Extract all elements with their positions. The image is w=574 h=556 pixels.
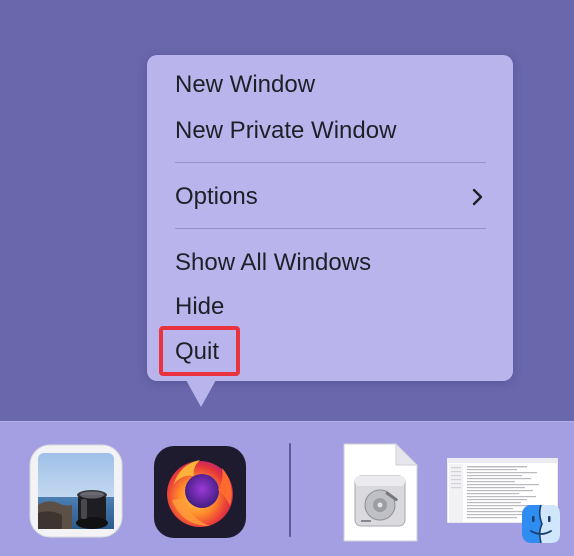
disk-image-icon[interactable] — [341, 442, 419, 543]
quit-highlight-box — [159, 326, 240, 376]
menu-item-new-window[interactable]: New Window — [175, 70, 315, 100]
dock-separator — [289, 443, 291, 537]
menu-item-hide[interactable]: Hide — [175, 292, 224, 322]
firefox-icon[interactable] — [152, 444, 248, 540]
finder-icon[interactable] — [521, 504, 561, 544]
menu-item-show-all-windows[interactable]: Show All Windows — [175, 248, 371, 278]
preview-icon[interactable] — [28, 443, 124, 539]
chevron-right-icon — [472, 188, 483, 206]
menu-pointer — [186, 380, 216, 407]
menu-item-new-private-window[interactable]: New Private Window — [175, 116, 396, 146]
menu-item-options[interactable]: Options — [175, 182, 258, 212]
dock-context-menu: New Window New Private Window Options Sh… — [147, 55, 513, 381]
menu-divider — [175, 162, 486, 163]
menu-divider — [175, 228, 486, 229]
